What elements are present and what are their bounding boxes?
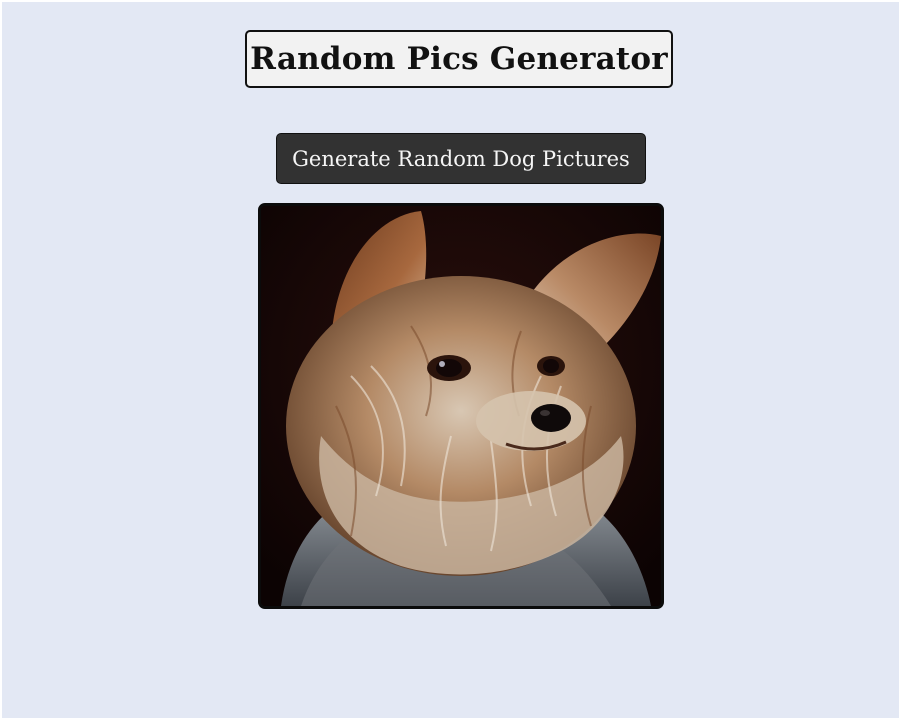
title-box: Random Pics Generator — [245, 30, 673, 88]
app-container: Random Pics Generator Generate Random Do… — [2, 2, 899, 718]
page-title: Random Pics Generator — [250, 41, 668, 77]
dog-photo-illustration — [261, 206, 661, 606]
dog-image — [258, 203, 664, 609]
generate-dog-pictures-button[interactable]: Generate Random Dog Pictures — [276, 133, 646, 184]
